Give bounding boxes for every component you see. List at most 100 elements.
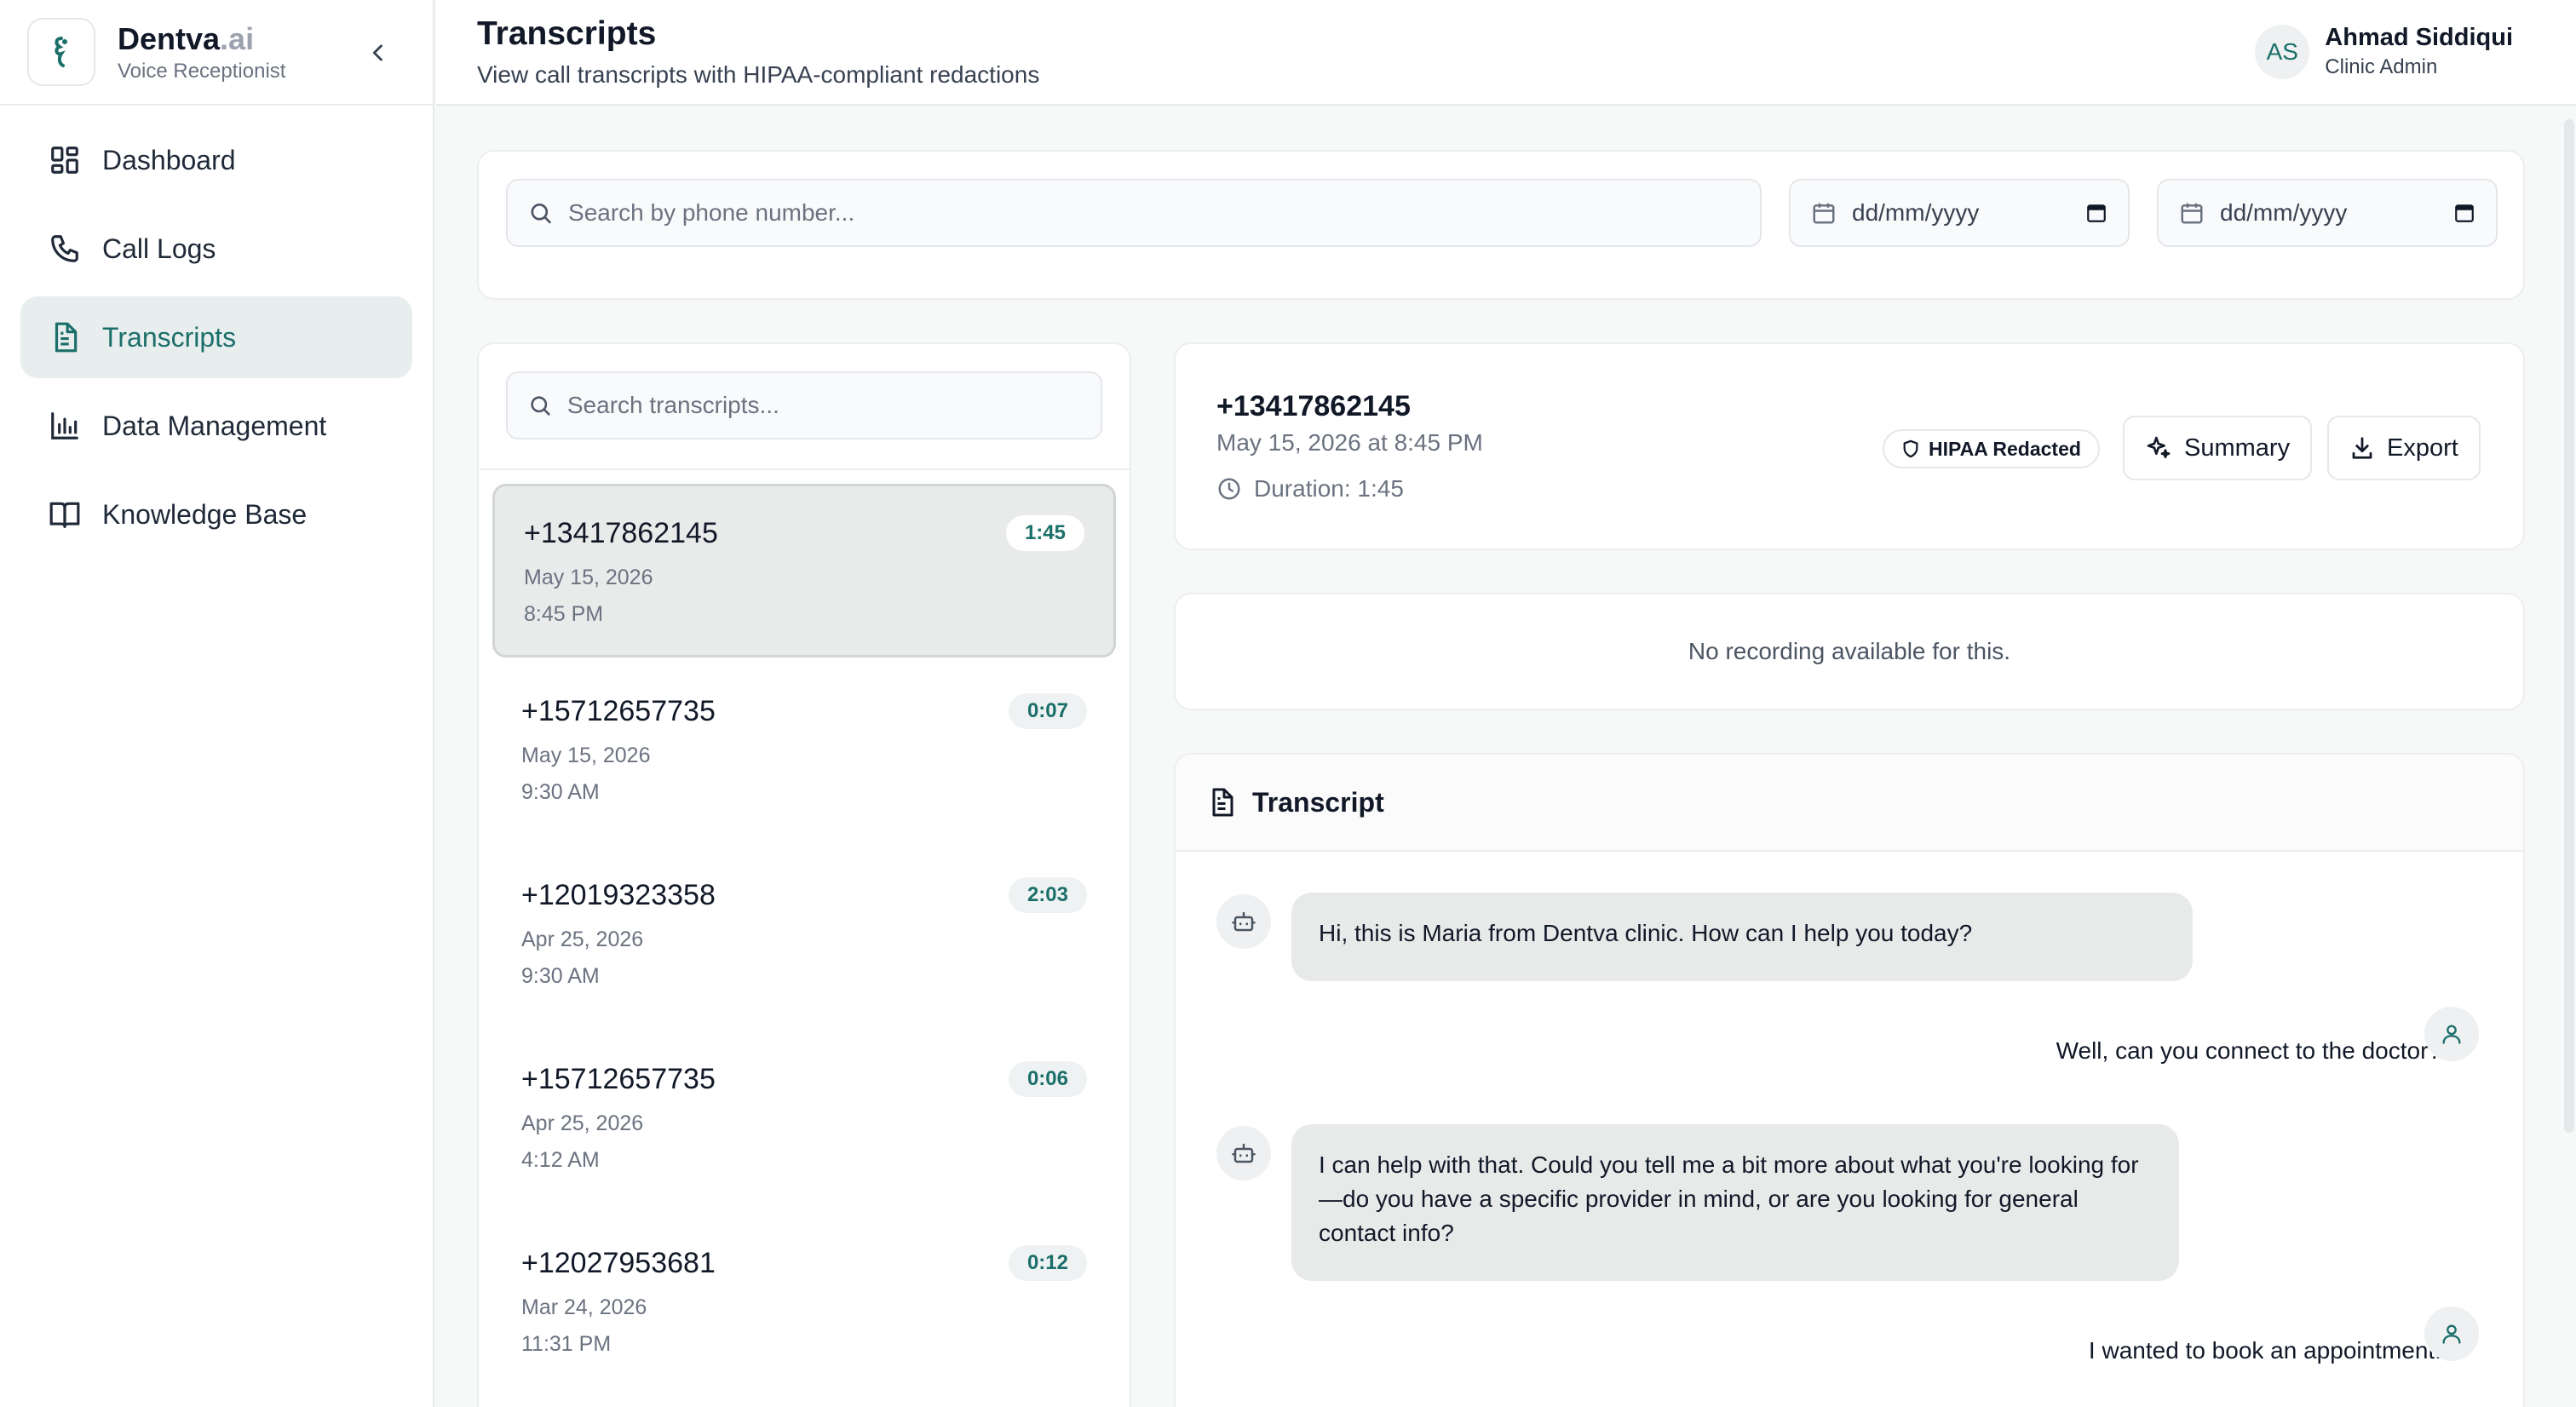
bot-icon [1232, 1143, 1256, 1163]
agent-message: Hi, this is Maria from Dentva clinic. Ho… [1291, 893, 2193, 981]
list-item-date: May 15, 2026 [521, 744, 651, 767]
transcript-header: Transcript [1176, 755, 2523, 852]
clock-icon [1218, 478, 1240, 500]
recording-panel: No recording available for this. [1174, 593, 2525, 710]
agent-avatar [1216, 1126, 1271, 1180]
list-item[interactable]: +12019323358 Apr 25, 2026 9:30 AM 2:03 [492, 848, 1116, 1022]
phone-search-field[interactable] [506, 179, 1762, 247]
duration-badge: 0:06 [1008, 1061, 1087, 1097]
summary-button[interactable]: Summary [2123, 416, 2313, 480]
call-detail-header: +13417862145 May 15, 2026 at 8:45 PM Dur… [1174, 342, 2525, 550]
user-avatar [2424, 1007, 2479, 1061]
list-item[interactable]: +15712657735 Apr 25, 2026 4:12 AM 0:06 [492, 1032, 1116, 1206]
chevron-left-icon [372, 44, 382, 61]
user-message: Well, can you connect to the doctor? [2056, 1037, 2441, 1064]
list-item[interactable]: +13417862145 May 15, 2026 8:45 PM 1:45 [492, 484, 1116, 658]
search-icon [531, 396, 550, 416]
list-item-phone: +15712657735 [521, 1063, 716, 1095]
list-item-phone: +12027953681 [521, 1247, 716, 1279]
detail-datetime: May 15, 2026 at 8:45 PM [1216, 429, 1483, 456]
book-icon [49, 502, 80, 528]
list-item-time: 11:31 PM [521, 1332, 612, 1356]
user-menu[interactable]: AS Ahmad Siddiqui Clinic Admin [2255, 24, 2513, 79]
brand-name: Dentva.ai [118, 21, 255, 56]
sparkles-icon [2147, 436, 2171, 458]
sidebar-item-label: Data Management [102, 410, 327, 441]
list-item-time: 9:30 AM [521, 780, 600, 804]
document-icon [1212, 788, 1233, 817]
phone-search-input[interactable] [568, 199, 1739, 227]
list-item-date: Mar 24, 2026 [521, 1295, 647, 1319]
duration-badge: 2:03 [1008, 877, 1087, 913]
duration-badge: 1:45 [1005, 515, 1084, 551]
list-item-time: 8:45 PM [524, 602, 604, 626]
sidebar-item-label: Dashboard [102, 144, 236, 175]
download-icon [2352, 437, 2372, 459]
sidebar-item-label: Knowledge Base [102, 498, 308, 530]
sidebar-item-label: Transcripts [102, 321, 237, 353]
page-title: Transcripts [477, 15, 657, 52]
list-item-date: Apr 25, 2026 [521, 927, 644, 951]
transcript-panel: Transcript Hi, this is Maria from Dentva… [1174, 753, 2525, 1407]
avatar: AS [2255, 24, 2310, 79]
dashboard-icon [51, 146, 78, 174]
bar-chart-icon [51, 412, 78, 439]
list-item-time: 4:12 AM [521, 1148, 600, 1172]
detail-phone: +13417862145 [1216, 390, 1411, 422]
search-icon [531, 203, 551, 224]
sidebar-item-call-logs[interactable]: Call Logs [20, 208, 412, 290]
sidebar-item-data-management[interactable]: Data Management [20, 385, 412, 467]
filter-bar: dd/mm/yyyy dd/mm/yyyy [477, 150, 2525, 300]
brand-subtitle: Voice Receptionist [118, 60, 286, 83]
user-name: Ahmad Siddiqui [2325, 24, 2513, 51]
calendar-icon [1813, 203, 1835, 224]
date-from-field[interactable]: dd/mm/yyyy [1789, 179, 2130, 247]
sidebar-item-knowledge-base[interactable]: Knowledge Base [20, 474, 412, 555]
document-icon [55, 322, 78, 353]
tooth-logo-icon [55, 37, 67, 67]
brand-header: Dentva.ai Voice Receptionist [0, 0, 433, 106]
agent-message: I can help with that. Could you tell me … [1291, 1124, 2179, 1281]
list-item-date: May 15, 2026 [524, 566, 653, 589]
calendar-picker-icon [2455, 204, 2474, 222]
date-to-field[interactable]: dd/mm/yyyy [2157, 179, 2498, 247]
no-recording-text: No recording available for this. [1688, 638, 2011, 664]
date-to-value: dd/mm/yyyy [2220, 199, 2348, 226]
shield-icon [1903, 439, 1918, 458]
sidebar-item-transcripts[interactable]: Transcripts [20, 296, 412, 378]
sidebar: Dentva.ai Voice Receptionist Dashboard C… [0, 0, 434, 1407]
date-from-value: dd/mm/yyyy [1852, 199, 1980, 226]
phone-icon [51, 235, 78, 262]
transcript-search-field[interactable] [506, 371, 1102, 439]
calendar-picker-icon [2087, 204, 2106, 222]
list-item[interactable]: +12027953681 Mar 24, 2026 11:31 PM 0:12 [492, 1216, 1116, 1390]
duration-badge: 0:07 [1008, 693, 1087, 729]
export-button[interactable]: Export [2327, 416, 2481, 480]
transcript-search-input[interactable] [566, 392, 1080, 419]
sidebar-item-dashboard[interactable]: Dashboard [20, 119, 412, 201]
user-message: I wanted to book an appointment. [2088, 1337, 2441, 1364]
collapse-sidebar-button[interactable] [358, 32, 399, 73]
logo [27, 18, 95, 86]
detail-duration: Duration: 1:45 [1216, 475, 1404, 502]
page-subtitle: View call transcripts with HIPAA-complia… [477, 61, 1040, 88]
list-item[interactable]: +15712657735 May 15, 2026 9:30 AM 0:07 [492, 664, 1116, 838]
list-item-phone: +12019323358 [521, 879, 716, 911]
user-icon [2442, 1324, 2461, 1344]
sidebar-nav: Dashboard Call Logs Transcripts Data Man… [0, 106, 433, 576]
list-item-phone: +13417862145 [524, 517, 718, 549]
user-icon [2442, 1025, 2461, 1044]
calendar-icon [2181, 203, 2203, 224]
user-avatar [2424, 1306, 2479, 1361]
agent-avatar [1216, 894, 1271, 949]
top-header: Transcripts View call transcripts with H… [436, 0, 2576, 106]
page-scrollbar[interactable] [2564, 119, 2574, 1133]
transcript-list: +13417862145 May 15, 2026 8:45 PM 1:45 +… [477, 342, 1131, 1407]
sidebar-item-label: Call Logs [102, 233, 216, 264]
bot-icon [1232, 911, 1256, 932]
list-item-time: 9:30 AM [521, 964, 600, 988]
hipaa-badge: HIPAA Redacted [1883, 429, 2100, 468]
transcript-title: Transcript [1252, 786, 1384, 818]
duration-badge: 0:12 [1008, 1245, 1087, 1281]
list-item-phone: +15712657735 [521, 695, 716, 727]
